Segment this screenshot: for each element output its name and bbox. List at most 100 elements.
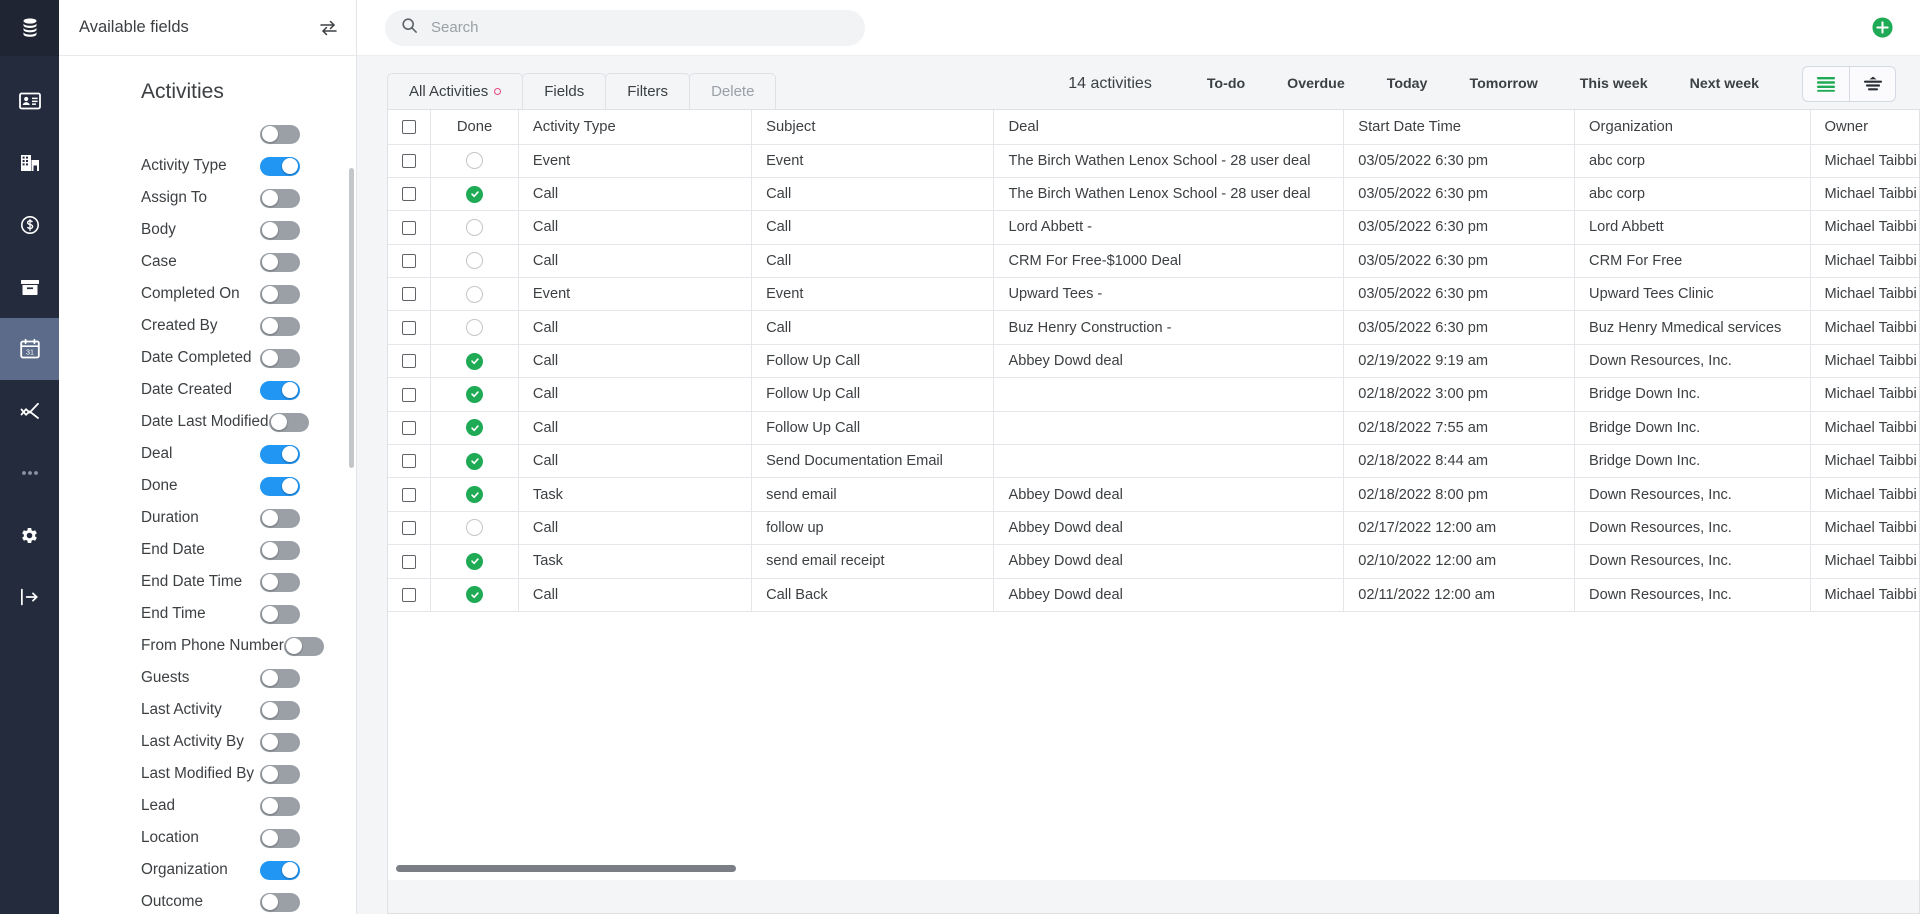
- table-row[interactable]: CallCallLord Abbett -03/05/2022 6:30 pmL…: [388, 211, 1919, 244]
- select-all-header[interactable]: [388, 110, 431, 144]
- field-toggle[interactable]: [260, 477, 300, 496]
- cell-subject[interactable]: Call Back: [752, 578, 994, 611]
- field-toggle[interactable]: [260, 349, 300, 368]
- done-check-icon[interactable]: [466, 386, 483, 403]
- row-select-cell[interactable]: [388, 344, 431, 377]
- field-row[interactable]: Deal: [59, 438, 356, 470]
- done-status-cell[interactable]: [431, 344, 519, 377]
- field-toggle[interactable]: [260, 797, 300, 816]
- done-check-icon[interactable]: [466, 353, 483, 370]
- cell-subject[interactable]: Follow Up Call: [752, 378, 994, 411]
- cell-deal[interactable]: Abbey Dowd deal: [994, 511, 1344, 544]
- row-checkbox[interactable]: [402, 588, 416, 602]
- table-scroll[interactable]: Done Activity Type Subject Deal Start Da…: [388, 110, 1919, 612]
- cell-subject[interactable]: follow up: [752, 511, 994, 544]
- field-row[interactable]: Date Created: [59, 374, 356, 406]
- quick-filter-next-week[interactable]: Next week: [1669, 76, 1780, 92]
- cell-type[interactable]: Task: [518, 478, 751, 511]
- cell-subject[interactable]: Call: [752, 311, 994, 344]
- field-toggle[interactable]: [260, 253, 300, 272]
- done-status-cell[interactable]: [431, 278, 519, 311]
- cell-subject[interactable]: Call: [752, 211, 994, 244]
- quick-filter-today[interactable]: Today: [1366, 76, 1449, 92]
- fields-scrollbar[interactable]: [349, 168, 354, 468]
- done-status-cell[interactable]: [431, 578, 519, 611]
- table-row[interactable]: CallFollow Up CallAbbey Dowd deal02/19/2…: [388, 344, 1919, 377]
- field-toggle[interactable]: [269, 413, 309, 432]
- cell-type[interactable]: Call: [518, 244, 751, 277]
- table-row[interactable]: Tasksend email receiptAbbey Dowd deal02/…: [388, 545, 1919, 578]
- cell-org[interactable]: Down Resources, Inc.: [1575, 344, 1810, 377]
- cell-org[interactable]: Lord Abbett: [1575, 211, 1810, 244]
- field-toggle[interactable]: [260, 829, 300, 848]
- cell-start[interactable]: 03/05/2022 6:30 pm: [1344, 244, 1575, 277]
- field-row[interactable]: Case: [59, 246, 356, 278]
- table-row[interactable]: CallFollow Up Call02/18/2022 7:55 amBrid…: [388, 411, 1919, 444]
- done-status-cell[interactable]: [431, 177, 519, 210]
- cell-owner[interactable]: Michael Taibbi: [1810, 311, 1919, 344]
- field-toggle[interactable]: [260, 733, 300, 752]
- not-done-circle-icon[interactable]: [466, 519, 483, 536]
- cell-start[interactable]: 02/11/2022 12:00 am: [1344, 578, 1575, 611]
- table-row[interactable]: EventEventUpward Tees -03/05/2022 6:30 p…: [388, 278, 1919, 311]
- column-header-deal[interactable]: Deal: [994, 110, 1344, 144]
- sidebar-item-contacts[interactable]: [0, 70, 59, 132]
- cell-type[interactable]: Call: [518, 578, 751, 611]
- field-row[interactable]: Body: [59, 214, 356, 246]
- quick-filter-overdue[interactable]: Overdue: [1266, 76, 1366, 92]
- cell-start[interactable]: 03/05/2022 6:30 pm: [1344, 311, 1575, 344]
- search-input[interactable]: [431, 19, 849, 36]
- cell-type[interactable]: Call: [518, 211, 751, 244]
- field-row[interactable]: Last Activity By: [59, 726, 356, 758]
- field-row[interactable]: Last Activity: [59, 694, 356, 726]
- table-horizontal-scrollbar[interactable]: [388, 865, 1919, 877]
- table-row[interactable]: CallCallCRM For Free-$1000 Deal03/05/202…: [388, 244, 1919, 277]
- field-row[interactable]: Date Completed: [59, 342, 356, 374]
- cell-owner[interactable]: Michael Taibbi: [1810, 378, 1919, 411]
- done-check-icon[interactable]: [466, 586, 483, 603]
- cell-subject[interactable]: send email: [752, 478, 994, 511]
- cell-start[interactable]: 02/18/2022 7:55 am: [1344, 411, 1575, 444]
- not-done-circle-icon[interactable]: [466, 286, 483, 303]
- toolbar-tab-fields[interactable]: Fields: [522, 73, 606, 109]
- field-row[interactable]: End Date Time: [59, 566, 356, 598]
- field-toggle[interactable]: [260, 765, 300, 784]
- cell-org[interactable]: Bridge Down Inc.: [1575, 445, 1810, 478]
- select-all-checkbox[interactable]: [402, 120, 416, 134]
- field-toggle[interactable]: [260, 189, 300, 208]
- toolbar-tab-delete[interactable]: Delete: [689, 73, 776, 109]
- cell-subject[interactable]: Call: [752, 177, 994, 210]
- field-toggle[interactable]: [260, 605, 300, 624]
- row-checkbox[interactable]: [402, 254, 416, 268]
- cell-type[interactable]: Call: [518, 177, 751, 210]
- column-header-subject[interactable]: Subject: [752, 110, 994, 144]
- field-row[interactable]: End Time: [59, 598, 356, 630]
- field-toggle[interactable]: [260, 669, 300, 688]
- row-checkbox[interactable]: [402, 321, 416, 335]
- column-header-activity-type[interactable]: Activity Type: [518, 110, 751, 144]
- field-toggle[interactable]: [260, 317, 300, 336]
- add-button[interactable]: [1871, 16, 1894, 39]
- not-done-circle-icon[interactable]: [466, 219, 483, 236]
- cell-start[interactable]: 03/05/2022 6:30 pm: [1344, 211, 1575, 244]
- cell-owner[interactable]: Michael Taibbi: [1810, 344, 1919, 377]
- cell-deal[interactable]: Abbey Dowd deal: [994, 578, 1344, 611]
- column-header-organization[interactable]: Organization: [1575, 110, 1810, 144]
- toolbar-tab-all-activities[interactable]: All Activities: [387, 73, 523, 109]
- field-toggle[interactable]: [260, 221, 300, 240]
- not-done-circle-icon[interactable]: [466, 252, 483, 269]
- cell-subject[interactable]: Send Documentation Email: [752, 445, 994, 478]
- field-toggle[interactable]: [260, 445, 300, 464]
- table-row[interactable]: Tasksend emailAbbey Dowd deal02/18/2022 …: [388, 478, 1919, 511]
- cell-owner[interactable]: Michael Taibbi: [1810, 578, 1919, 611]
- done-status-cell[interactable]: [431, 311, 519, 344]
- done-status-cell[interactable]: [431, 445, 519, 478]
- cell-start[interactable]: 02/18/2022 3:00 pm: [1344, 378, 1575, 411]
- cell-org[interactable]: abc corp: [1575, 144, 1810, 177]
- cell-org[interactable]: Down Resources, Inc.: [1575, 511, 1810, 544]
- sidebar-item-deals[interactable]: [0, 194, 59, 256]
- field-row[interactable]: Duration: [59, 502, 356, 534]
- cell-start[interactable]: 03/05/2022 6:30 pm: [1344, 278, 1575, 311]
- field-row[interactable]: Activity Type: [59, 150, 356, 182]
- sidebar-item-reports[interactable]: [0, 380, 59, 442]
